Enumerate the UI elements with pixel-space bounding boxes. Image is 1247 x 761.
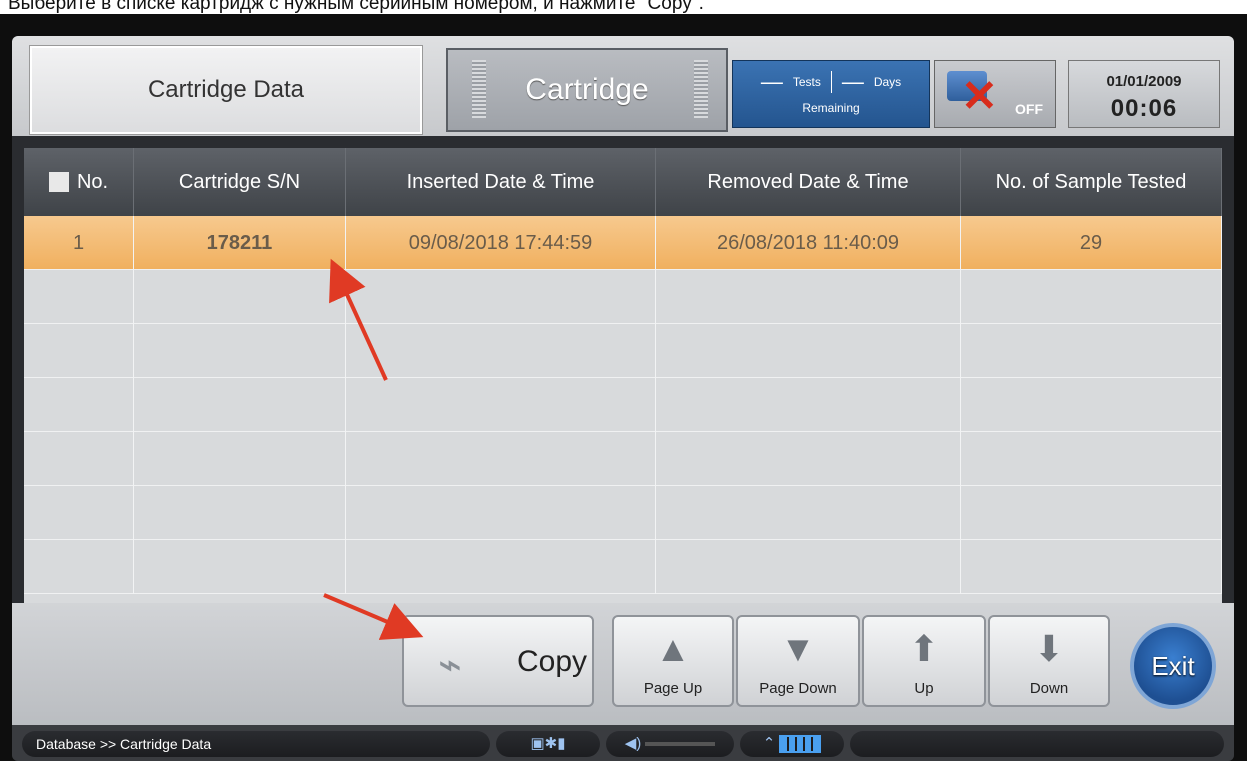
cartridge-table: No. Cartridge S/N Inserted Date & Time R… <box>24 148 1222 603</box>
down-button[interactable]: ⬇ Down <box>988 615 1110 707</box>
grip-left-icon <box>472 60 486 118</box>
cartridge-label: Cartridge <box>525 73 649 106</box>
toolbar: ⌁ Copy ▲ Page Up ▼ Page Down ⬆ Up ⬇ Down… <box>12 603 1234 725</box>
column-header-samples: No. of Sample Tested <box>961 148 1222 216</box>
disconnected-x-icon: ✕ <box>961 72 998 121</box>
page-down-icon: ▼ <box>780 628 816 669</box>
header-bar: Cartridge Data Cartridge — Tests — Days … <box>12 36 1234 136</box>
message-area <box>850 731 1224 757</box>
cell-inserted: 09/08/2018 17:44:59 <box>346 216 656 270</box>
page-up-icon: ▲ <box>655 628 691 669</box>
network-status[interactable]: ✕ OFF <box>934 60 1056 128</box>
printer-error-icon: ▣✱▮ <box>530 735 566 752</box>
instruction-caption: Выберите в списке картридж с нужным сери… <box>0 0 1247 14</box>
cell-samples: 29 <box>961 216 1222 270</box>
table-row[interactable]: 1 178211 09/08/2018 17:44:59 26/08/2018 … <box>24 216 1222 270</box>
days-remaining-value: — <box>841 69 864 94</box>
breadcrumb: Database >> Cartridge Data <box>22 731 490 757</box>
cell-no: 1 <box>24 216 134 270</box>
column-header-no[interactable]: No. <box>24 148 134 216</box>
cell-removed: 26/08/2018 11:40:09 <box>656 216 961 270</box>
volume-status[interactable]: ◀) <box>606 731 734 757</box>
column-header-removed: Removed Date & Time <box>656 148 961 216</box>
clock: 01/01/2009 00:06 <box>1068 60 1220 128</box>
divider <box>830 71 832 93</box>
table-header: No. Cartridge S/N Inserted Date & Time R… <box>24 148 1222 216</box>
empty-table-row[interactable] <box>24 378 1222 432</box>
arrow-down-icon: ⬇ <box>1033 628 1065 669</box>
storage-status: ▣✱▮ <box>496 731 600 757</box>
tests-label: Tests <box>792 75 821 89</box>
page-title: Cartridge Data <box>30 46 422 134</box>
network-status-label: OFF <box>1015 101 1043 117</box>
plug-icon: ⌃ <box>762 735 776 752</box>
copy-button[interactable]: ⌁ Copy <box>402 615 594 707</box>
device-bezel: Cartridge Data Cartridge — Tests — Days … <box>0 14 1247 761</box>
select-all-checkbox[interactable] <box>48 172 69 192</box>
empty-table-row[interactable] <box>24 486 1222 540</box>
table-body: 1 178211 09/08/2018 17:44:59 26/08/2018 … <box>24 216 1222 594</box>
arrow-up-icon: ⬆ <box>908 628 940 669</box>
remaining-indicator: — Tests — Days Remaining <box>732 60 930 128</box>
cartridge-panel[interactable]: Cartridge <box>446 48 728 132</box>
grip-right-icon <box>694 60 708 118</box>
days-label: Days <box>873 75 902 89</box>
remaining-label: Remaining <box>802 101 860 115</box>
empty-table-row[interactable] <box>24 270 1222 324</box>
empty-table-row[interactable] <box>24 324 1222 378</box>
up-button[interactable]: ⬆ Up <box>862 615 986 707</box>
volume-bar <box>645 742 716 747</box>
battery-icon <box>779 735 822 754</box>
clock-time: 00:06 <box>1110 95 1178 122</box>
page-down-button[interactable]: ▼ Page Down <box>736 615 860 707</box>
empty-table-row[interactable] <box>24 432 1222 486</box>
speaker-icon: ◀) <box>624 735 642 752</box>
clock-date: 01/01/2009 <box>1106 73 1182 90</box>
page-up-button[interactable]: ▲ Page Up <box>612 615 734 707</box>
column-header-inserted: Inserted Date & Time <box>346 148 656 216</box>
cell-sn: 178211 <box>134 216 346 270</box>
column-header-sn: Cartridge S/N <box>134 148 346 216</box>
tests-remaining-value: — <box>760 69 783 94</box>
device-screen: Cartridge Data Cartridge — Tests — Days … <box>12 36 1234 761</box>
power-status: ⌃ <box>740 731 844 757</box>
status-bar: Database >> Cartridge Data ▣✱▮ ◀) ⌃ <box>12 725 1234 761</box>
empty-table-row[interactable] <box>24 540 1222 594</box>
exit-button[interactable]: Exit <box>1130 623 1216 709</box>
